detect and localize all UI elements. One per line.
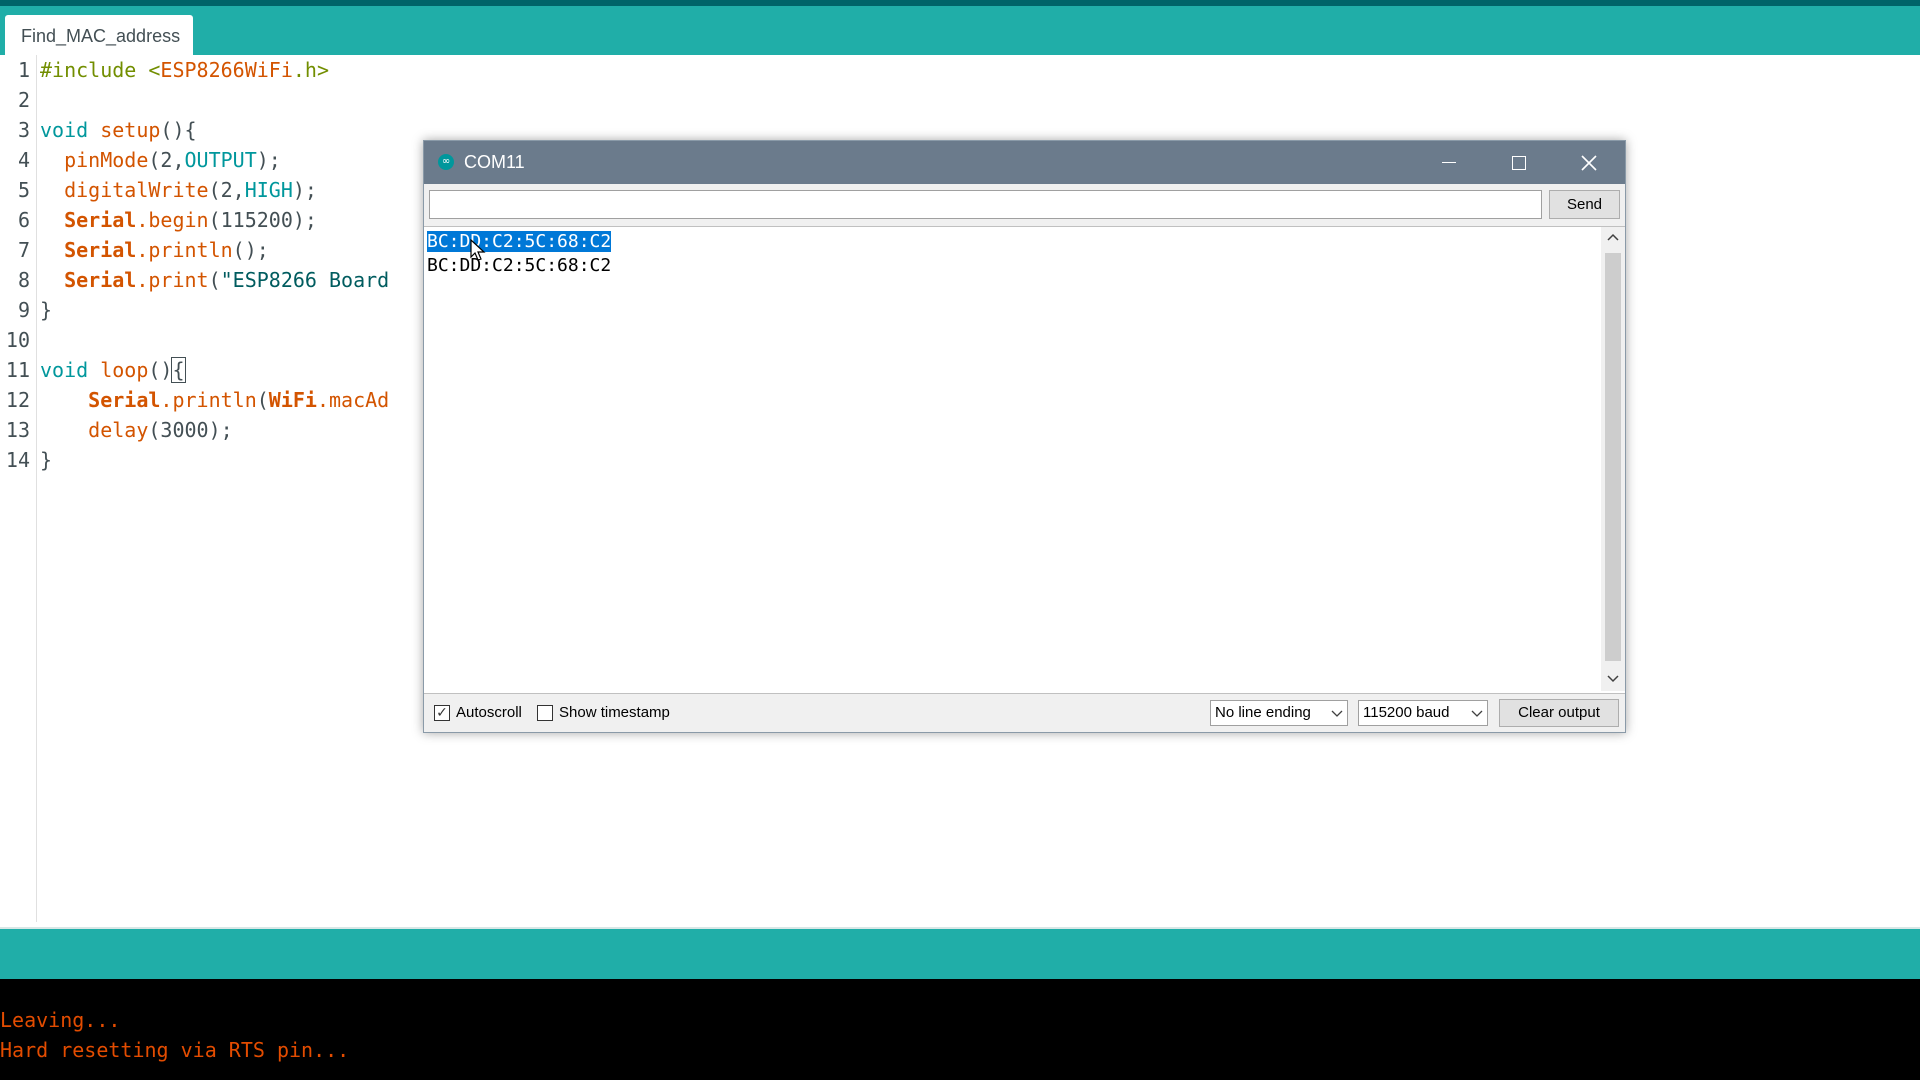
code-line-11: void loop(){ (40, 357, 186, 383)
line-number: 2 (17, 88, 30, 112)
arduino-logo-icon: ∞ (438, 154, 454, 170)
autoscroll-label[interactable]: Autoscroll (456, 694, 522, 732)
chevron-down-icon (1607, 675, 1619, 683)
line-number: 5 (17, 178, 30, 202)
tab-find-mac-address[interactable]: Find_MAC_address (5, 15, 193, 55)
scroll-down-button[interactable] (1601, 669, 1625, 691)
code-line-4: pinMode(2,OUTPUT); (40, 148, 281, 172)
scrollbar-thumb[interactable] (1605, 253, 1621, 661)
minimize-button[interactable] (1414, 141, 1484, 184)
chevron-down-icon (1471, 701, 1483, 733)
vertical-scrollbar[interactable] (1601, 227, 1625, 691)
line-ending-value: No line ending (1215, 704, 1311, 721)
line-number: 12 (5, 388, 30, 412)
line-number: 14 (5, 448, 30, 472)
code-line-1: #include <ESP8266WiFi.h> (40, 58, 329, 82)
line-number: 10 (5, 328, 30, 352)
output-line[interactable]: BC:DD:C2:5C:68:C2 (427, 252, 611, 280)
send-button[interactable]: Send (1549, 190, 1620, 219)
chevron-down-icon (1331, 701, 1343, 733)
chevron-up-icon (1607, 233, 1619, 241)
line-number: 4 (17, 148, 30, 172)
serial-monitor-window: ∞ COM11 Send BC:DD:C2:5C:68:C2 BC:DD:C2:… (423, 140, 1626, 733)
scroll-up-button[interactable] (1601, 227, 1625, 249)
line-number: 6 (17, 208, 30, 232)
close-icon (1581, 154, 1597, 171)
line-number: 13 (5, 418, 30, 442)
serial-output-area[interactable]: BC:DD:C2:5C:68:C2 BC:DD:C2:5C:68:C2 (424, 226, 1625, 694)
baud-rate-select[interactable]: 115200 baud (1358, 700, 1488, 726)
status-bar (0, 927, 1920, 981)
line-number: 8 (17, 268, 30, 292)
line-number: 7 (17, 238, 30, 262)
show-timestamp-checkbox[interactable] (537, 705, 553, 721)
maximize-icon (1512, 155, 1526, 170)
code-line-8: Serial.print("ESP8266 Board (40, 268, 390, 292)
clear-output-button[interactable]: Clear output (1499, 699, 1619, 727)
code-line-6: Serial.begin(115200); (40, 208, 317, 232)
code-line-5: digitalWrite(2,HIGH); (40, 178, 317, 202)
code-line-12: Serial.println(WiFi.macAd (40, 388, 390, 412)
selected-text[interactable]: BC:DD:C2:5C:68:C2 (427, 231, 612, 252)
line-number: 1 (17, 58, 30, 82)
line-number: 3 (17, 118, 30, 142)
code-line-14: } (40, 448, 53, 472)
mouse-cursor-icon (470, 239, 486, 261)
tab-strip: Find_MAC_address (0, 6, 1920, 55)
serial-monitor-footer: ✓ Autoscroll Show timestamp No line endi… (424, 694, 1625, 732)
matched-brace: { (171, 357, 186, 383)
console-line: Leaving... (0, 1008, 121, 1032)
code-line-3: void setup(){ (40, 118, 197, 142)
output-console: Leaving... Hard resetting via RTS pin... (0, 979, 1920, 1080)
show-timestamp-label[interactable]: Show timestamp (559, 694, 670, 732)
baud-rate-value: 115200 baud (1363, 704, 1450, 721)
serial-monitor-title-bar[interactable]: ∞ COM11 (424, 141, 1625, 184)
close-button[interactable] (1554, 141, 1624, 184)
autoscroll-checkbox[interactable]: ✓ (434, 705, 450, 721)
minimize-icon (1442, 162, 1456, 163)
maximize-button[interactable] (1484, 141, 1554, 184)
line-ending-select[interactable]: No line ending (1210, 700, 1348, 726)
code-line-7: Serial.println(); (40, 238, 269, 262)
line-number: 11 (5, 358, 30, 382)
console-line: Hard resetting via RTS pin... (0, 1038, 350, 1062)
code-line-13: delay(3000); (40, 418, 233, 442)
code-line-9: } (40, 298, 53, 322)
serial-send-input[interactable] (429, 190, 1542, 219)
line-number: 9 (17, 298, 30, 322)
window-title: COM11 (464, 152, 525, 172)
